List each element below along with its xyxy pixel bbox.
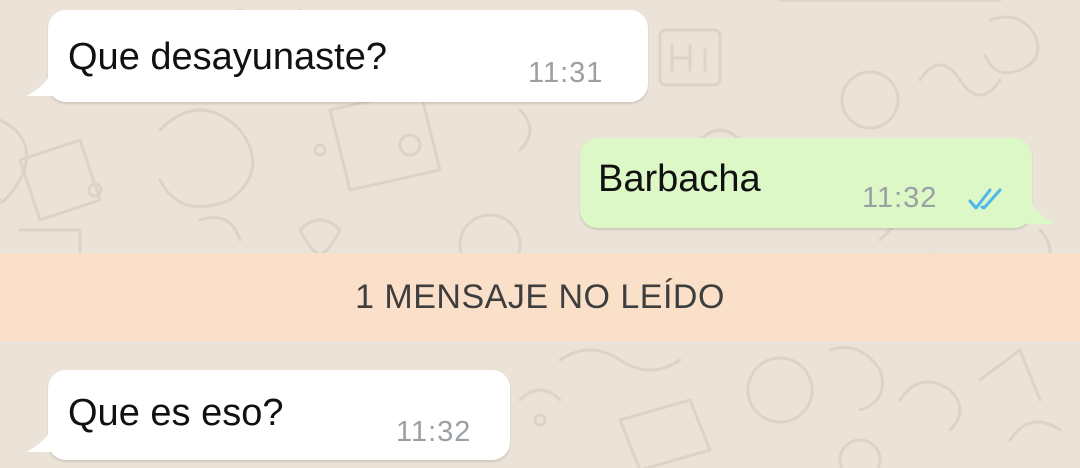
incoming-message-bubble[interactable]: Que es eso? 11:32	[26, 370, 510, 460]
bubble-tail	[26, 66, 56, 96]
unread-messages-banner: 1 MENSAJE NO LEÍDO	[0, 253, 1080, 341]
incoming-message-bubble[interactable]: Que desayunaste? 11:31	[26, 10, 648, 102]
bubble-tail	[1026, 194, 1056, 224]
unread-messages-label: 1 MENSAJE NO LEÍDO	[355, 277, 725, 316]
message-timestamp: 11:32	[396, 416, 472, 448]
chat-area[interactable]: Que desayunaste? 11:31 Barbacha 11:32 1 …	[0, 0, 1080, 468]
double-check-icon	[968, 188, 1002, 210]
message-timestamp: 11:32	[862, 182, 938, 214]
outgoing-message-bubble[interactable]: Barbacha 11:32	[580, 138, 1056, 228]
bubble-tail	[26, 422, 56, 452]
message-text: Barbacha	[598, 158, 761, 200]
message-text: Que desayunaste?	[68, 36, 388, 78]
message-text: Que es eso?	[68, 392, 284, 434]
message-timestamp: 11:31	[528, 57, 604, 89]
